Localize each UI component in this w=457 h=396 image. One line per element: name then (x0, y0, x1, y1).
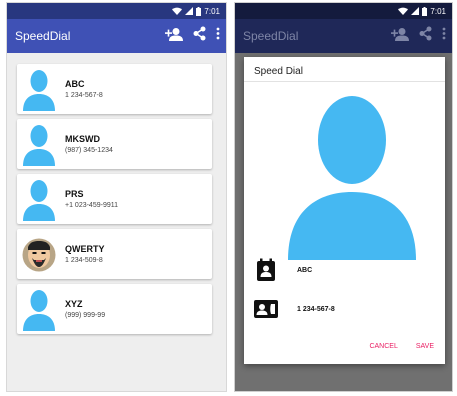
status-bar: 7:01 (7, 3, 226, 19)
contact-number: (987) 345-1234 (65, 146, 113, 154)
more-vert-icon[interactable] (216, 27, 220, 45)
person-avatar-icon (22, 122, 56, 166)
person-avatar-icon (22, 67, 56, 111)
share-icon[interactable] (419, 26, 432, 46)
app-title: SpeedDial (243, 29, 299, 43)
battery-icon (196, 6, 202, 16)
contact-card[interactable]: XYZ (999) 999-99 (17, 284, 212, 334)
contact-number: 1 234-567-8 (65, 91, 103, 99)
wifi-icon (172, 7, 183, 15)
wifi-icon (398, 7, 409, 15)
person-avatar-icon (22, 177, 56, 221)
share-icon[interactable] (193, 26, 206, 46)
signal-icon (185, 7, 194, 15)
divider (244, 81, 445, 82)
speed-dial-dialog: Speed Dial ABC 1 234-567-8 CANCEL SAVE (244, 57, 445, 364)
speed-dial-dialog-screen: 7:01 SpeedDial Speed Dial ABC 1 234-567-… (234, 2, 453, 392)
contact-card-icon (257, 258, 275, 281)
contact-name: XYZ (65, 298, 83, 309)
app-bar: SpeedDial (7, 19, 226, 53)
contact-name: ABC (65, 78, 85, 89)
name-field[interactable]: ABC (254, 258, 312, 282)
app-bar: SpeedDial (235, 19, 452, 53)
contact-name: MKSWD (65, 133, 100, 144)
app-title: SpeedDial (15, 29, 71, 43)
number-field[interactable]: 1 234-567-8 (254, 297, 335, 321)
contact-card[interactable]: QWERTY 1 234-509-8 (17, 229, 212, 279)
add-contact-icon[interactable] (165, 27, 183, 46)
contact-phone-icon (254, 300, 278, 318)
save-button[interactable]: SAVE (416, 343, 434, 350)
contact-number: (999) 999-99 (65, 311, 106, 319)
name-value: ABC (297, 266, 313, 274)
cancel-button[interactable]: CANCEL (369, 343, 397, 350)
contact-number: +1 023-459-9911 (65, 201, 118, 209)
battery-icon (422, 6, 428, 16)
contact-list: ABC 1 234-567-8 MKSWD (987) 345-1234 PRS… (17, 64, 212, 339)
contact-card[interactable]: MKSWD (987) 345-1234 (17, 119, 212, 169)
person-avatar-icon[interactable] (284, 84, 420, 260)
contact-card[interactable]: ABC 1 234-567-8 (17, 64, 212, 114)
status-time: 7:01 (204, 6, 220, 16)
person-avatar-icon (22, 287, 56, 331)
number-value: 1 234-567-8 (297, 305, 335, 313)
contact-name: PRS (65, 188, 84, 199)
signal-icon (411, 7, 420, 15)
more-vert-icon[interactable] (442, 27, 446, 45)
contact-card[interactable]: PRS +1 023-459-9911 (17, 174, 212, 224)
contact-list-screen: 7:01 SpeedDial ABC 1 234-567-8 MKSWD (98… (6, 2, 227, 392)
status-time: 7:01 (430, 6, 446, 16)
contact-name: QWERTY (65, 243, 105, 254)
add-contact-icon[interactable] (391, 27, 409, 46)
contact-number: 1 234-509-8 (65, 256, 103, 264)
photo-avatar (22, 238, 56, 272)
status-bar: 7:01 (235, 3, 452, 19)
dialog-title: Speed Dial (254, 66, 303, 77)
